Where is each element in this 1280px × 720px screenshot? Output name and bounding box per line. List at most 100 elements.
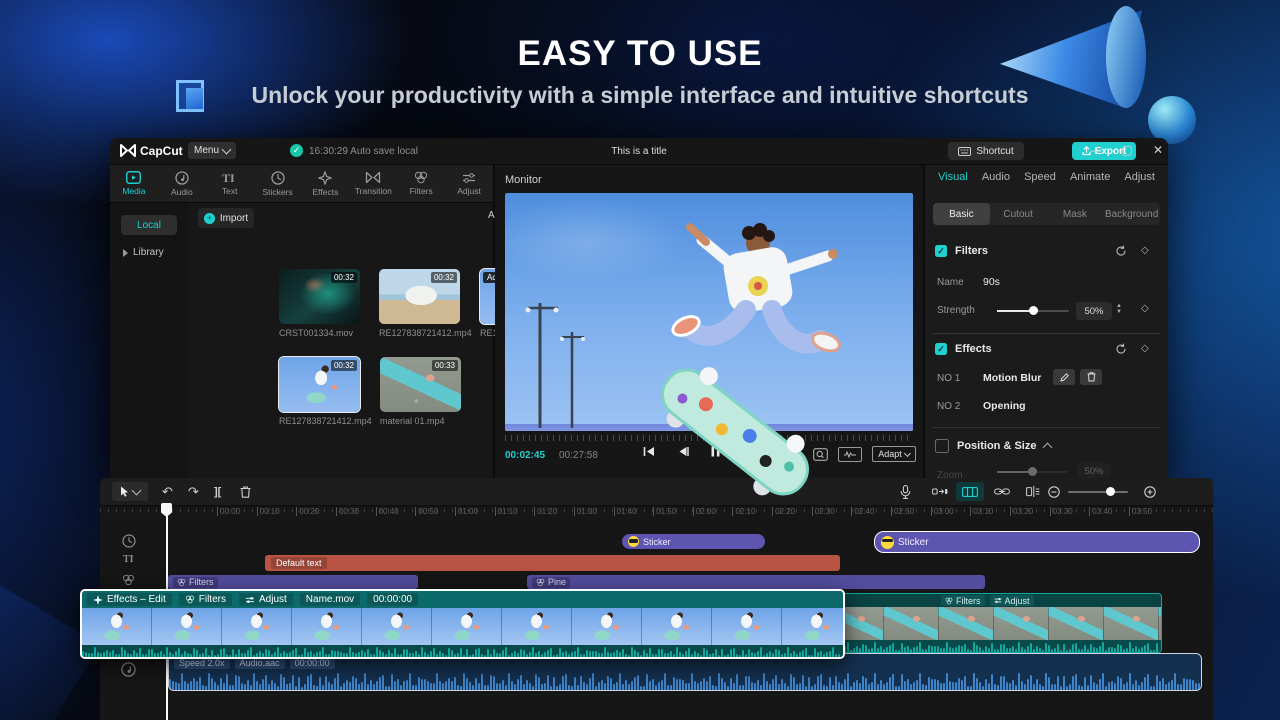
tab-stickers[interactable]: Stickers: [254, 165, 302, 202]
tab-audio-insp[interactable]: Audio: [982, 171, 1010, 189]
adjust-badge[interactable]: Adjust: [238, 593, 293, 606]
zoom-callout-clip[interactable]: Effects – Edit Filters Adjust Name.mov 0…: [80, 589, 845, 659]
ruler-tick: 03:50: [1128, 507, 1152, 516]
tab-text[interactable]: TI Text: [206, 165, 254, 202]
delete-effect-button[interactable]: [1080, 369, 1102, 385]
ruler-tick: 01:20: [534, 507, 557, 516]
split-clip-icon[interactable]: [1026, 486, 1040, 497]
subtab-background[interactable]: Background: [1103, 203, 1160, 225]
sticker-clip-selected[interactable]: Sticker: [874, 531, 1200, 553]
duration-badge: 00:32: [330, 272, 357, 283]
video-preview[interactable]: [505, 193, 913, 431]
tab-adjust[interactable]: Adjust: [445, 165, 493, 202]
filter-name-value: 90s: [983, 276, 1000, 288]
subtab-cutout[interactable]: Cutout: [990, 203, 1047, 225]
timeline-ruler[interactable]: 00:00 00:10 00:20 00:30 00:40 00:50 01:00 01:10…: [100, 505, 1213, 519]
tab-transition[interactable]: Transition: [349, 165, 397, 202]
position-checkbox[interactable]: [935, 439, 949, 453]
tab-effects[interactable]: Effects: [302, 165, 350, 202]
keyframe-diamond-icon[interactable]: ◇: [1141, 245, 1149, 256]
maximize-button[interactable]: ▢: [1119, 143, 1135, 157]
effects-checkbox[interactable]: ✓: [935, 343, 947, 355]
tab-animate[interactable]: Animate: [1070, 171, 1110, 189]
audio-track-icon: [121, 662, 136, 677]
tab-label: Text: [221, 186, 238, 196]
redo-button[interactable]: ↷: [188, 484, 199, 500]
sidebar-item-library[interactable]: Library: [123, 247, 164, 258]
tab-adjust-insp[interactable]: Adjust: [1124, 171, 1155, 189]
reset-icon[interactable]: [1115, 245, 1127, 257]
filters-checkbox[interactable]: ✓: [935, 245, 947, 257]
tab-media[interactable]: Media: [110, 165, 158, 202]
close-button[interactable]: ✕: [1150, 143, 1166, 157]
media-item[interactable]: 00:32 RE127838721412.mp4: [379, 269, 472, 338]
subtab-basic[interactable]: Basic: [933, 203, 990, 225]
media-tabbar: Media Audio TI Text Stickers Effects Tra…: [110, 165, 493, 203]
ruler-tick: 03:10: [970, 507, 993, 516]
text-clip[interactable]: Default text: [265, 555, 840, 571]
keyframe-diamond-icon[interactable]: ◇: [1141, 343, 1149, 354]
filter-clip[interactable]: Filters: [168, 575, 418, 589]
link-icon[interactable]: [994, 487, 1010, 496]
select-tool-button[interactable]: [112, 482, 148, 501]
strength-slider[interactable]: [997, 306, 1069, 315]
ruler-tick: 00:30: [335, 507, 359, 516]
zoom-value[interactable]: 50%: [1077, 463, 1111, 479]
strength-stepper[interactable]: ▲ ▼: [1116, 303, 1122, 315]
media-filename: RE127838721412.mp4: [279, 416, 372, 426]
skip-start-button[interactable]: [643, 446, 655, 457]
shortcut-button[interactable]: Shortcut: [948, 142, 1024, 160]
keyframe-diamond-icon[interactable]: ◇: [1141, 303, 1149, 314]
filter-clip[interactable]: Pine: [527, 575, 985, 589]
tab-filters[interactable]: Filters: [397, 165, 445, 202]
media-item[interactable]: 00:32 CRST001334.mov: [279, 269, 363, 338]
minimize-button[interactable]: —: [1088, 143, 1104, 157]
media-item[interactable]: 00:33 material 01.mp4: [380, 357, 464, 426]
preview-scrub-bar[interactable]: [505, 435, 913, 446]
zoom-slider[interactable]: [997, 467, 1067, 476]
strength-label: Strength: [937, 305, 975, 316]
ruler-tick: 00:40: [375, 507, 399, 516]
tab-visual[interactable]: Visual: [938, 171, 968, 189]
media-thumbnail[interactable]: 00:32: [278, 356, 361, 413]
preview-zoom-icon[interactable]: [813, 447, 828, 461]
filters-icon: [415, 171, 428, 184]
media-thumbnail[interactable]: 00:32: [279, 269, 360, 324]
split-button[interactable]: ][: [214, 486, 221, 498]
undo-button[interactable]: ↶: [162, 484, 173, 500]
sidebar-item-local[interactable]: Local: [121, 215, 177, 235]
sticker-clip[interactable]: Sticker: [622, 534, 765, 549]
delete-button[interactable]: [240, 486, 251, 498]
strength-value[interactable]: 50%: [1076, 302, 1112, 320]
duration-badge: 00:32: [330, 360, 357, 371]
ruler-tick: 01:30: [573, 507, 597, 516]
import-button[interactable]: + Import: [198, 208, 254, 228]
preview-frames-button[interactable]: [956, 482, 984, 501]
sticker-track-icon: [122, 534, 136, 548]
edit-pencil-button[interactable]: [1053, 369, 1075, 385]
tab-speed[interactable]: Speed: [1024, 171, 1056, 189]
tab-label: Stickers: [262, 186, 293, 197]
subtab-mask[interactable]: Mask: [1047, 203, 1104, 225]
ruler-tick: 01:40: [613, 507, 637, 516]
adapt-dropdown[interactable]: Adapt: [872, 446, 916, 462]
filters-badge[interactable]: Filters: [178, 593, 232, 606]
tab-audio[interactable]: Audio: [158, 165, 206, 202]
pause-button[interactable]: [711, 446, 720, 457]
media-thumbnail[interactable]: 00:33: [380, 357, 461, 412]
frame-back-button[interactable]: [677, 446, 689, 457]
monitor-label: Monitor: [505, 174, 542, 186]
media-thumbnail[interactable]: 00:32: [379, 269, 460, 324]
snap-icon[interactable]: [932, 487, 948, 496]
waveform-toggle[interactable]: [838, 446, 862, 462]
mic-icon[interactable]: [900, 485, 911, 499]
zoom-out-icon[interactable]: [1048, 486, 1060, 498]
clip-label: Sticker: [643, 536, 671, 547]
effects-edit-badge[interactable]: Effects – Edit: [87, 593, 172, 606]
reset-icon[interactable]: [1115, 343, 1127, 355]
timeline-zoom-slider[interactable]: [1068, 487, 1128, 496]
media-item[interactable]: 00:32 RE127838721412.mp4: [278, 356, 372, 426]
collapse-caret-icon[interactable]: [1043, 442, 1053, 453]
zoom-in-icon[interactable]: [1144, 486, 1156, 498]
hero-title: EASY TO USE: [517, 34, 763, 73]
